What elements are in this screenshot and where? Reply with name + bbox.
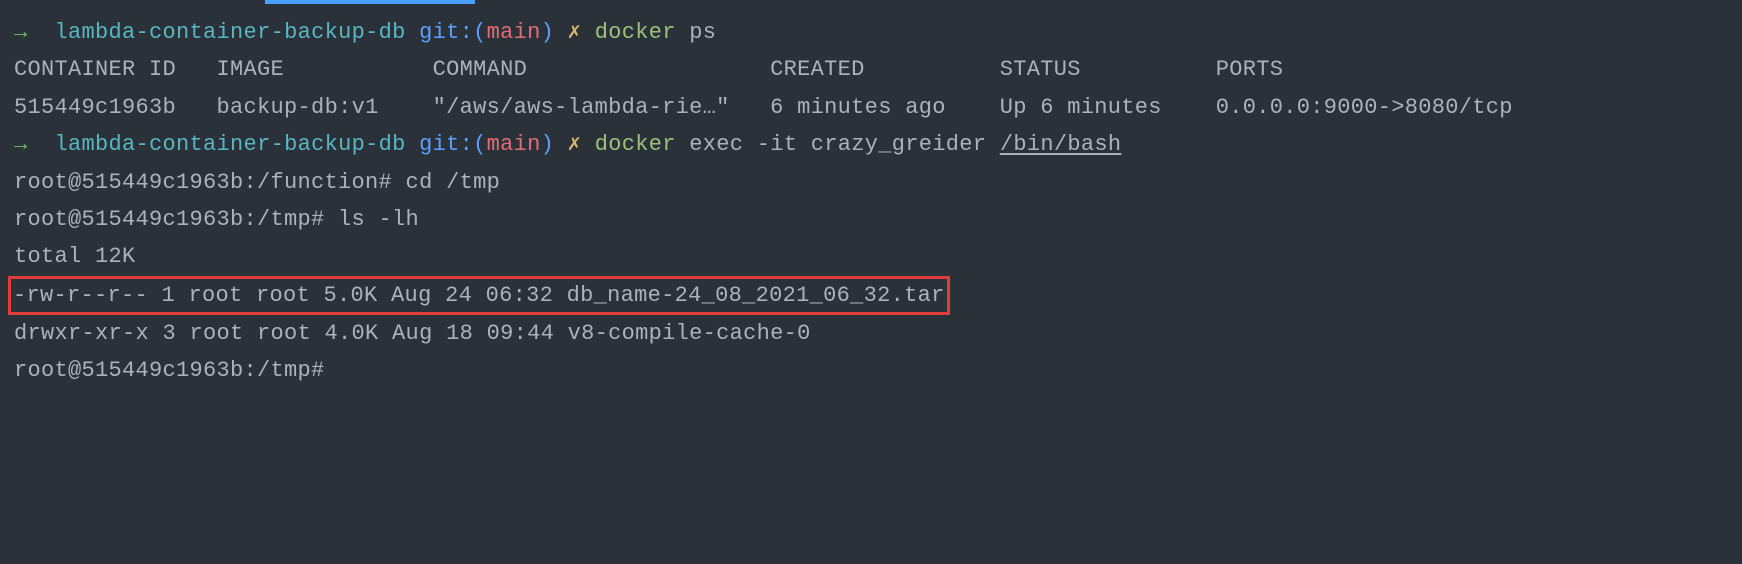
git-label: git:( [419, 132, 487, 157]
shell-line: total 12K [14, 238, 1728, 275]
cwd: lambda-container-backup-db [55, 132, 406, 157]
cell-command: "/aws/aws-lambda-rie…" [433, 95, 730, 120]
cell-created: 6 minutes ago [770, 95, 946, 120]
cwd: lambda-container-backup-db [55, 20, 406, 45]
prompt-line-1: → lambda-container-backup-db git:(main) … [14, 14, 1728, 51]
ps-header-row: CONTAINER ID IMAGE COMMAND CREATED STATU… [14, 51, 1728, 88]
col-container-id: CONTAINER ID [14, 57, 176, 82]
command-args: ps [689, 20, 716, 45]
arrow-icon: → [14, 132, 28, 157]
git-label: git:( [419, 20, 487, 45]
active-tab-indicator [265, 0, 475, 4]
cell-status: Up 6 minutes [1000, 95, 1162, 120]
col-command: COMMAND [433, 57, 528, 82]
cell-image: backup-db:v1 [217, 95, 379, 120]
cell-ports: 0.0.0.0:9000->8080/tcp [1216, 95, 1513, 120]
arrow-icon: → [14, 20, 28, 45]
prompt-line-2: → lambda-container-backup-db git:(main) … [14, 126, 1728, 163]
git-close: ) [541, 132, 555, 157]
ps-data-row: 515449c1963b backup-db:v1 "/aws/aws-lamb… [14, 89, 1728, 126]
shell-line: drwxr-xr-x 3 root root 4.0K Aug 18 09:44… [14, 315, 1728, 352]
command: docker [595, 132, 676, 157]
command: docker [595, 20, 676, 45]
col-created: CREATED [770, 57, 865, 82]
git-branch: main [487, 132, 541, 157]
git-close: ) [541, 20, 555, 45]
dirty-mark-icon: ✗ [568, 20, 582, 45]
shell-line: root@515449c1963b:/function# cd /tmp [14, 164, 1728, 201]
git-branch: main [487, 20, 541, 45]
shell-prompt: root@515449c1963b:/tmp# [14, 352, 1728, 389]
highlight-box: -rw-r--r-- 1 root root 5.0K Aug 24 06:32… [8, 276, 950, 315]
command-args: exec -it crazy_greider [689, 132, 1000, 157]
dirty-mark-icon: ✗ [568, 132, 582, 157]
col-image: IMAGE [217, 57, 285, 82]
command-path: /bin/bash [1000, 132, 1122, 157]
terminal-output[interactable]: → lambda-container-backup-db git:(main) … [0, 0, 1742, 404]
col-ports: PORTS [1216, 57, 1284, 82]
cell-container-id: 515449c1963b [14, 95, 176, 120]
col-status: STATUS [1000, 57, 1081, 82]
shell-line: root@515449c1963b:/tmp# ls -lh [14, 201, 1728, 238]
highlighted-line: -rw-r--r-- 1 root root 5.0K Aug 24 06:32… [14, 276, 1728, 315]
